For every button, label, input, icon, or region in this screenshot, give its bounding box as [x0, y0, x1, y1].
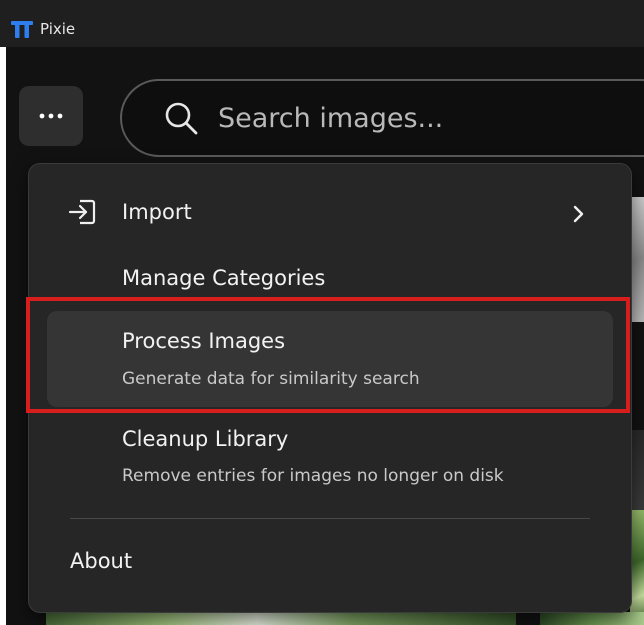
menu-item-label: About — [70, 549, 133, 573]
search-icon — [165, 102, 198, 135]
thumbnail-image[interactable] — [630, 197, 644, 322]
title-bar: Pixie — [0, 0, 644, 47]
thumbnail-image[interactable] — [630, 510, 644, 625]
menu-item-description: Remove entries for images no longer on d… — [122, 466, 504, 486]
menu-item-label: Cleanup Library — [122, 427, 289, 451]
app-window: Pixie Import — [0, 0, 644, 625]
import-icon — [68, 199, 96, 225]
menu-divider — [70, 518, 590, 519]
menu-item-import[interactable]: Import — [46, 190, 612, 238]
more-dots-icon — [39, 113, 63, 119]
menu-item-cleanup-library[interactable]: Cleanup Library Remove entries for image… — [46, 412, 612, 508]
window-title: Pixie — [40, 20, 76, 38]
menu-item-manage-categories[interactable]: Manage Categories — [46, 254, 612, 302]
thumbnail-image[interactable] — [630, 430, 644, 510]
thumbnail-image[interactable] — [540, 612, 644, 625]
search-input[interactable] — [218, 95, 644, 141]
app-logo-icon — [11, 21, 33, 38]
menu-item-about[interactable]: About — [46, 538, 612, 586]
menu-item-label: Import — [122, 200, 192, 224]
menu-item-label: Manage Categories — [122, 266, 326, 290]
more-options-button[interactable] — [19, 86, 83, 146]
chevron-right-icon — [573, 205, 584, 223]
search-box[interactable] — [120, 79, 644, 157]
annotation-highlight-box — [26, 297, 630, 413]
thumbnail-image[interactable] — [46, 612, 516, 625]
